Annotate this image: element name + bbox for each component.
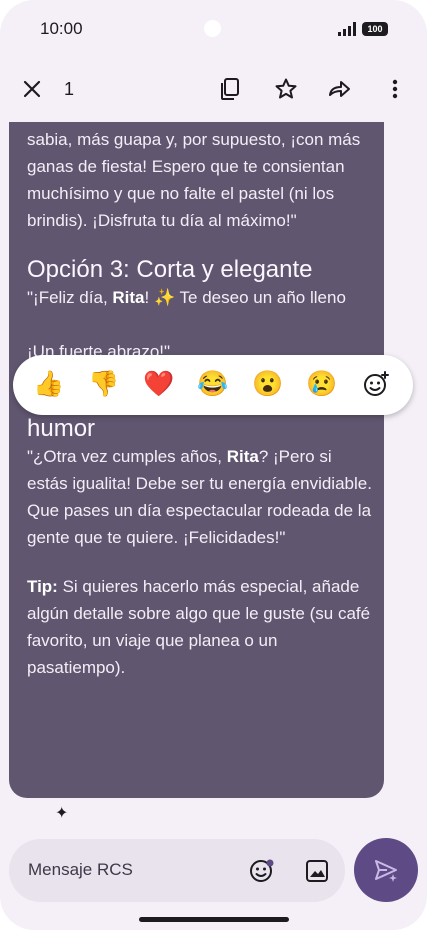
copy-icon[interactable] xyxy=(210,69,250,109)
tip-text: Tip: Si quieres hacerlo más especial, añ… xyxy=(27,573,372,681)
thumbs-up-reaction[interactable]: 👍 xyxy=(32,367,66,401)
home-indicator[interactable] xyxy=(139,917,289,922)
laughing-reaction[interactable]: 😂 xyxy=(196,367,230,401)
option3-title: Opción 3: Corta y elegante xyxy=(27,256,313,283)
message-intro: sabia, más guapa y, por supuesto, ¡con m… xyxy=(27,130,361,230)
forward-icon[interactable] xyxy=(320,69,360,109)
thumbs-down-reaction[interactable]: 👎 xyxy=(87,367,121,401)
option4-pre: "¿Otra vez cumples años, xyxy=(27,447,227,466)
gallery-icon[interactable] xyxy=(305,859,329,888)
selected-count: 1 xyxy=(64,79,75,99)
camera-cutout xyxy=(204,20,221,37)
close-icon[interactable] xyxy=(12,69,52,109)
surprised-reaction[interactable]: 😮 xyxy=(251,367,285,401)
tip-body: Si quieres hacerlo más especial, añade a… xyxy=(27,577,371,677)
send-button[interactable] xyxy=(354,838,418,902)
phone-screen: 10:00 100 1 sabia, más guapa y, por supu… xyxy=(0,0,427,930)
battery-icon: 100 xyxy=(362,22,388,36)
option3-name: Rita xyxy=(112,288,145,307)
message-bubble[interactable]: sabia, más guapa y, por supuesto, ¡con m… xyxy=(9,122,384,798)
more-options-icon[interactable] xyxy=(375,69,415,109)
option3-text: "¡Feliz día, Rita! ✨ Te deseo un año lle… xyxy=(27,284,372,311)
message-composer[interactable]: Mensaje RCS xyxy=(9,839,345,902)
add-reaction-icon[interactable] xyxy=(359,367,393,407)
emoji-picker-icon[interactable] xyxy=(249,858,275,889)
option4-text: "¿Otra vez cumples años, Rita? ¡Pero si … xyxy=(27,443,372,551)
crying-reaction[interactable]: 😢 xyxy=(305,367,339,401)
heart-reaction[interactable]: ❤️ xyxy=(142,367,176,401)
tip-label: Tip: xyxy=(27,577,58,596)
status-bar: 10:00 100 xyxy=(0,0,427,60)
option4-name: Rita xyxy=(226,447,259,466)
status-time: 10:00 xyxy=(40,19,83,38)
option3-post: ! ✨ Te deseo un año lleno xyxy=(144,288,346,307)
star-icon[interactable] xyxy=(266,69,306,109)
send-icon xyxy=(375,860,397,882)
option3-pre: "¡Feliz día, xyxy=(27,288,113,307)
sparkle-icon: ✦ xyxy=(55,805,69,822)
reaction-bar: 👍 👎 ❤️ 😂 😮 😢 xyxy=(13,355,413,415)
message-input[interactable]: Mensaje RCS xyxy=(28,860,133,880)
signal-icon xyxy=(338,22,356,36)
